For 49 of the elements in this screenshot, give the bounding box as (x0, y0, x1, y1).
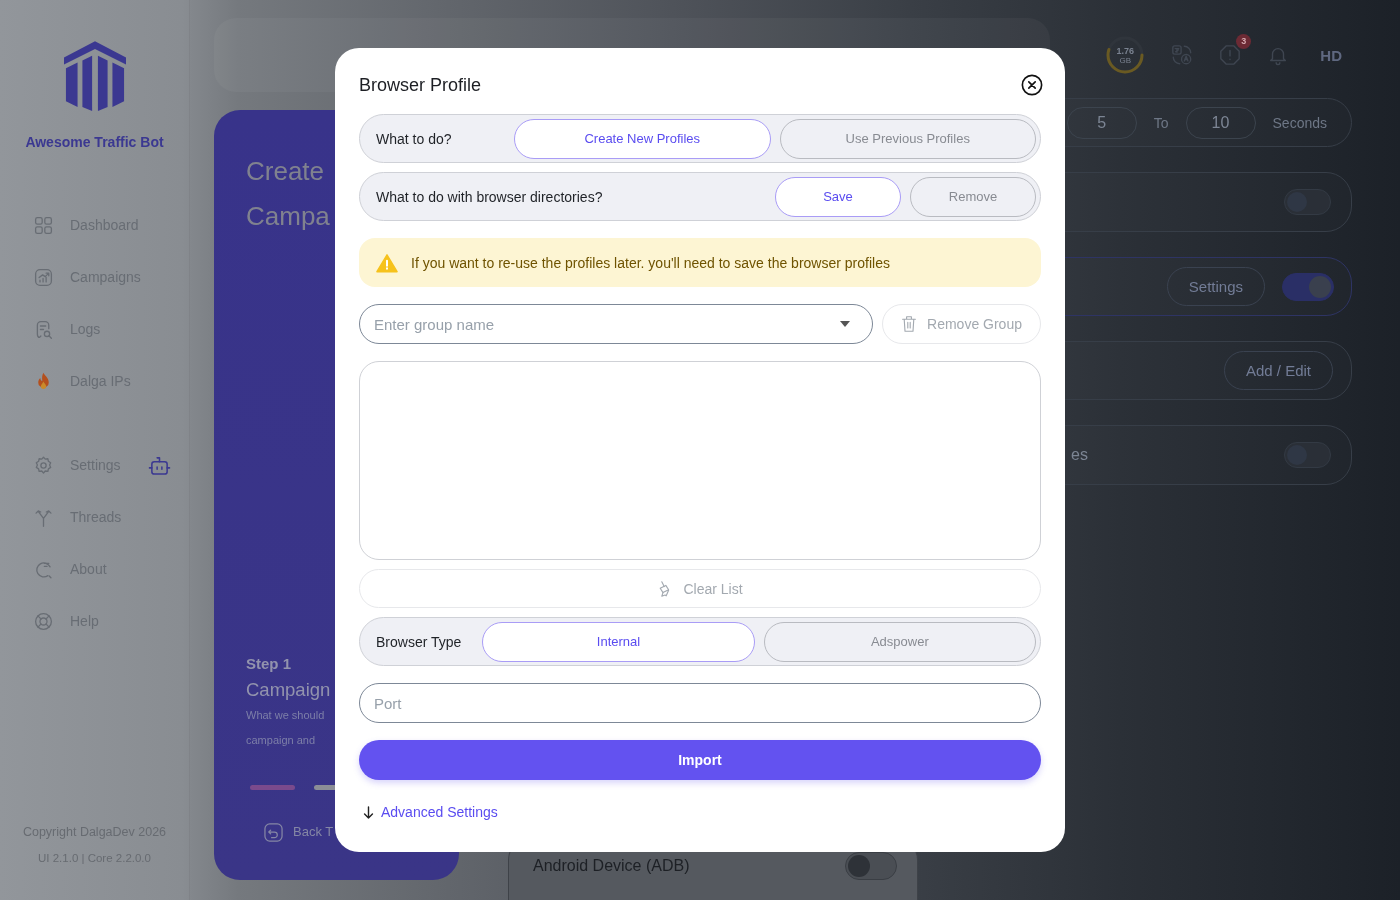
campaign-panel-title: Create Campa (246, 155, 331, 233)
alert-count-badge: 3 (1236, 34, 1252, 49)
disk-usage-value: 1.76 (1116, 45, 1135, 56)
disk-usage-unit: GB (1119, 55, 1132, 65)
arrow-down-icon (363, 805, 374, 819)
group-name-select[interactable]: Enter group name (359, 304, 873, 344)
step-description: What we should campaign and (246, 708, 326, 748)
segment-button[interactable]: Remove (910, 176, 1036, 217)
setting-label: es (1071, 446, 1088, 464)
caret-icon (840, 321, 850, 327)
chart-icon (33, 266, 54, 288)
warning-text: If you want to re-use the profiles later. you'll need to save the browser profiles (411, 254, 890, 271)
toggle-switch[interactable] (1282, 272, 1334, 301)
close-button[interactable] (1021, 74, 1043, 96)
segment-button[interactable]: Use Previous Profiles (779, 118, 1036, 159)
step-number: Step 1 (246, 654, 291, 674)
import-button[interactable]: Import (359, 740, 1041, 780)
brand-name: Awesome Traffic Bot (25, 134, 164, 150)
lifebuoy-icon (33, 610, 54, 632)
toggle-switch[interactable] (1284, 189, 1331, 215)
port-field[interactable]: Port (359, 683, 1041, 723)
delay-unit-label: Seconds (1272, 114, 1327, 131)
translate-icon[interactable] (1171, 44, 1194, 66)
advanced-settings-link[interactable]: Advanced Settings (381, 804, 498, 820)
dialog-title: Browser Profile (359, 74, 482, 96)
robot-icon[interactable] (147, 454, 171, 476)
segment-button[interactable]: Create New Profiles (514, 118, 771, 159)
user-initials[interactable]: HD (1320, 46, 1342, 64)
step-title: Campaign (246, 679, 331, 701)
toggle-switch[interactable] (1284, 442, 1331, 468)
alert-icon[interactable] (1219, 44, 1242, 66)
segment-button[interactable]: Internal (482, 621, 755, 662)
directory-action-label: What to do with browser directories? (376, 188, 604, 205)
browser-type-label: Browser Type (376, 633, 462, 650)
back-link[interactable]: Back T (264, 822, 334, 842)
profile-list-field[interactable] (359, 361, 1041, 560)
toggle-switch[interactable] (845, 851, 897, 880)
close-icon (1021, 74, 1043, 96)
segment-button[interactable]: Save (775, 176, 901, 217)
logo-icon (63, 40, 126, 112)
segment-button[interactable]: Adspower (763, 621, 1036, 662)
gear-icon (33, 454, 54, 476)
profile-action-label: What to do? (376, 130, 453, 147)
grid-icon (33, 214, 54, 236)
warning-icon (376, 252, 398, 273)
return-icon (264, 822, 283, 842)
trash-icon (901, 315, 918, 333)
android-device-label: Android Device (ADB) (533, 856, 690, 875)
delay-to-label: To (1153, 114, 1169, 131)
